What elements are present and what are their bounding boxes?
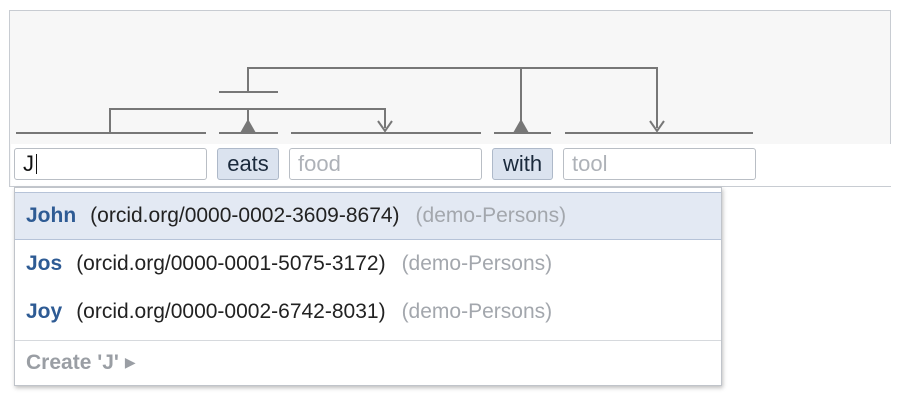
item-name: Jos: [26, 252, 63, 275]
autocomplete-dropdown: John (orcid.org/0000-0002-3609-8674) (demo…: [14, 187, 722, 386]
item-id: (orcid.org/0000-0001-5075-3172): [76, 252, 386, 275]
object-input-tool[interactable]: tool: [563, 148, 756, 180]
item-name: Joy: [26, 300, 63, 323]
relation-label: eats: [227, 151, 269, 176]
eats-tool-link: [247, 67, 658, 128]
relation-label: with: [502, 151, 543, 176]
triangle-right-icon: ▶: [124, 354, 136, 370]
relation-chip-eats[interactable]: eats: [217, 148, 279, 180]
object-input-food[interactable]: food: [289, 148, 482, 180]
autocomplete-item-jos[interactable]: Jos (orcid.org/0000-0001-5075-3172) (demo-…: [15, 240, 721, 288]
create-label: Create 'J': [26, 351, 119, 374]
object-placeholder: food: [298, 151, 341, 176]
item-source: (demo-Persons): [401, 300, 553, 323]
with-connector-triangle: [513, 119, 529, 133]
dropdown-divider: [15, 340, 721, 341]
item-id: (orcid.org/0000-0002-3609-8674): [90, 204, 400, 227]
create-new-term-button[interactable]: Create 'J' ▶: [26, 344, 136, 381]
relation-chip-with[interactable]: with: [492, 148, 553, 180]
item-source: (demo-Persons): [415, 204, 567, 227]
eats-connector-triangle: [240, 119, 256, 133]
object-placeholder: tool: [572, 151, 608, 176]
text-cursor: [36, 154, 37, 174]
subject-input[interactable]: J: [14, 148, 207, 180]
autocomplete-item-joy[interactable]: Joy (orcid.org/0000-0002-6742-8031) (demo-…: [15, 288, 721, 336]
item-source: (demo-Persons): [401, 252, 553, 275]
item-id: (orcid.org/0000-0002-6742-8031): [76, 300, 386, 323]
item-name: John: [26, 204, 77, 227]
subject-input-value: J: [23, 151, 34, 176]
autocomplete-item-john[interactable]: John (orcid.org/0000-0002-3609-8674) (demo…: [15, 192, 721, 240]
